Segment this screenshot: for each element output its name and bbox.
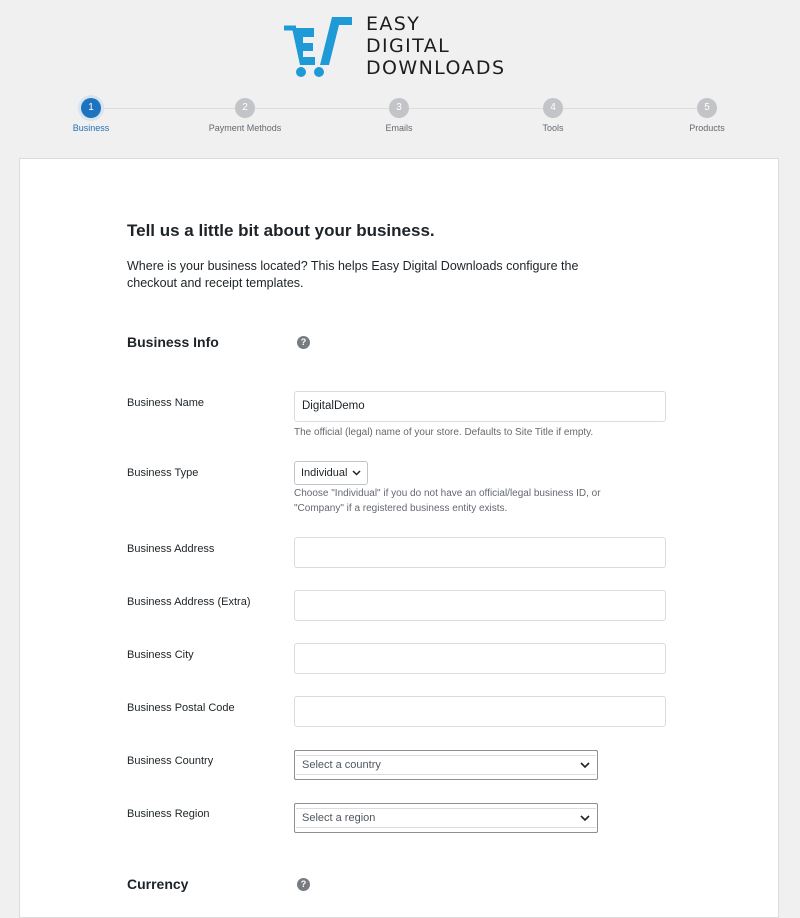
- business-address-label: Business Address: [127, 543, 215, 555]
- step-number: 2: [235, 98, 255, 118]
- business-type-label: Business Type: [127, 467, 199, 479]
- business-type-description: Choose "Individual" if you do not have a…: [294, 488, 601, 514]
- business-region-select[interactable]: Select a region: [294, 803, 598, 833]
- business-address-extra-input[interactable]: [294, 590, 666, 621]
- business-name-label: Business Name: [127, 397, 205, 409]
- business-postal-code-input[interactable]: [294, 696, 666, 727]
- business-name-description: The official (legal) name of your store.…: [294, 427, 594, 438]
- business-region-label: Business Region: [127, 808, 210, 820]
- step-emails[interactable]: 3 Emails: [339, 98, 459, 133]
- edd-cart-logo-icon: [284, 17, 352, 77]
- setup-steps: 1 Business 2 Payment Methods 3 Emails 4 …: [0, 98, 800, 144]
- brand-line-1: EASY: [366, 13, 421, 35]
- business-address-extra-label: Business Address (Extra): [127, 596, 251, 608]
- step-label: Tools: [542, 123, 564, 133]
- business-address-input[interactable]: [294, 537, 666, 568]
- brand-line-3: DOWNLOADS: [366, 57, 506, 79]
- step-products[interactable]: 5 Products: [647, 98, 767, 133]
- edd-logo: EASY DIGITAL DOWNLOADS: [284, 12, 505, 79]
- business-postal-code-label: Business Postal Code: [127, 702, 235, 714]
- chevron-down-icon: [580, 762, 590, 768]
- step-number: 5: [697, 98, 717, 118]
- business-region-placeholder: Select a region: [296, 808, 596, 828]
- chevron-down-icon: [352, 470, 361, 476]
- step-label: Business: [72, 123, 110, 133]
- currency-heading: Currency: [127, 876, 189, 892]
- step-label: Payment Methods: [208, 123, 282, 133]
- chevron-down-icon: [580, 815, 590, 821]
- step-number: 4: [543, 98, 563, 118]
- step-payment-methods[interactable]: 2 Payment Methods: [185, 98, 305, 133]
- page-intro: Where is your business located? This hel…: [127, 259, 579, 290]
- business-info-heading: Business Info: [127, 334, 219, 350]
- business-country-label: Business Country: [127, 755, 214, 767]
- step-number: 1: [81, 98, 101, 118]
- business-type-value: Individual: [301, 467, 348, 479]
- business-setup-card: Tell us a little bit about your business…: [19, 158, 779, 918]
- step-label: Products: [689, 123, 725, 133]
- page-title: Tell us a little bit about your business…: [127, 221, 435, 240]
- business-country-placeholder: Select a country: [296, 755, 596, 775]
- brand-line-2: DIGITAL: [366, 35, 451, 57]
- business-name-input[interactable]: DigitalDemo: [294, 391, 666, 422]
- business-type-select[interactable]: Individual: [294, 461, 368, 485]
- step-label: Emails: [385, 123, 413, 133]
- question-mark-icon[interactable]: ?: [297, 336, 310, 349]
- business-city-input[interactable]: [294, 643, 666, 674]
- question-mark-icon[interactable]: ?: [297, 878, 310, 891]
- business-city-label: Business City: [127, 649, 194, 661]
- step-tools[interactable]: 4 Tools: [493, 98, 613, 133]
- step-business[interactable]: 1 Business: [31, 98, 151, 133]
- step-number: 3: [389, 98, 409, 118]
- business-country-select[interactable]: Select a country: [294, 750, 598, 780]
